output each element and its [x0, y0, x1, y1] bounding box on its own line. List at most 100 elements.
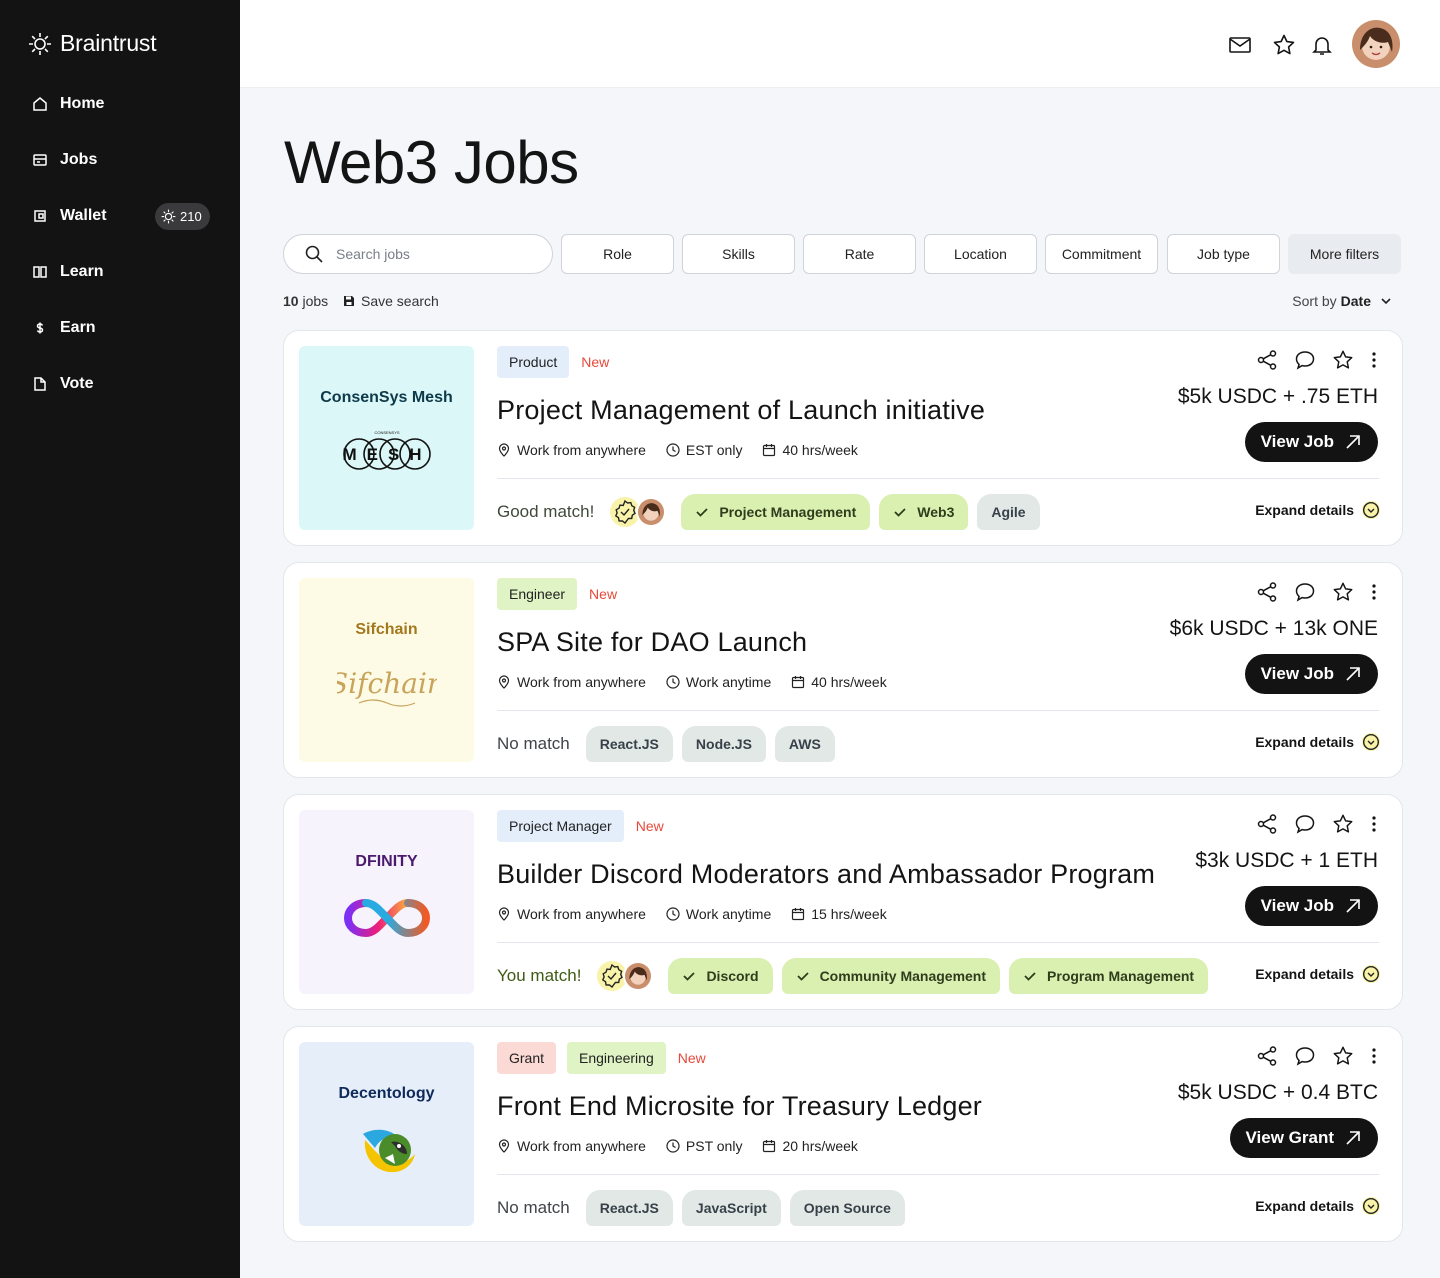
save-search-label: Save search: [361, 293, 439, 309]
sidebar-item-vote[interactable]: Vote: [0, 356, 240, 412]
topbar: [240, 0, 1440, 88]
dfinity-infinity-logo-icon: [337, 885, 437, 951]
star-icon[interactable]: [1272, 33, 1296, 57]
sidebar-item-earn[interactable]: Earn: [0, 300, 240, 356]
filter-rate[interactable]: Rate: [803, 234, 916, 274]
avatar: [623, 961, 654, 991]
location-info: Work from anywhere: [497, 442, 646, 458]
bookmark-star-icon[interactable]: [1332, 349, 1354, 371]
match-row: Good match! Project Management Web3 Agil…: [497, 494, 1049, 530]
comment-icon[interactable]: [1294, 581, 1316, 603]
category-tag: Product: [497, 346, 570, 378]
job-tags: Engineer New: [497, 578, 617, 610]
share-icon[interactable]: [1256, 349, 1278, 371]
save-icon: [344, 296, 354, 306]
card-actions: [1256, 349, 1378, 371]
sidebar-item-jobs[interactable]: Jobs: [0, 132, 240, 188]
view-grant-button[interactable]: View Grant: [1229, 1118, 1378, 1158]
bookmark-star-icon[interactable]: [1332, 581, 1354, 603]
home-icon: [32, 96, 48, 112]
bookmark-star-icon[interactable]: [1332, 813, 1354, 835]
job-tags: Project Manager New: [497, 810, 664, 842]
expand-details-button[interactable]: Expand details: [1255, 733, 1380, 751]
job-card[interactable]: Decentology Grant Engineering New Front …: [283, 1026, 1403, 1242]
company-name: ConsenSys Mesh: [320, 389, 453, 406]
sidebar-item-label: Wallet: [60, 207, 107, 224]
view-job-button[interactable]: View Job: [1244, 422, 1378, 462]
more-options-icon[interactable]: [1370, 813, 1378, 835]
more-options-icon[interactable]: [1370, 1045, 1378, 1067]
time-info: EST only: [666, 442, 742, 458]
location-pin-icon: [498, 907, 510, 921]
brand-name: Braintrust: [60, 30, 157, 56]
braintrust-logo-icon: [29, 32, 51, 55]
check-icon: [696, 508, 708, 517]
filter-skills[interactable]: Skills: [682, 234, 795, 274]
match-status: Good match!: [497, 502, 595, 521]
share-icon[interactable]: [1256, 1045, 1278, 1067]
sidebar-item-learn[interactable]: Learn: [0, 244, 240, 300]
filter-role[interactable]: Role: [561, 234, 674, 274]
search-field[interactable]: [283, 234, 553, 274]
page-title: Web3 Jobs: [284, 129, 579, 196]
share-icon[interactable]: [1256, 813, 1278, 835]
job-title[interactable]: Front End Microsite for Treasury Ledger: [497, 1091, 982, 1122]
view-job-button[interactable]: View Job: [1244, 886, 1378, 926]
check-icon: [894, 508, 906, 517]
more-filters-button[interactable]: More filters: [1288, 234, 1401, 274]
share-icon[interactable]: [1256, 581, 1278, 603]
job-card[interactable]: DFINITY Project Manager New Builder Disc…: [283, 794, 1403, 1010]
calendar-icon: [763, 1140, 776, 1153]
job-info: Work from anywhere Work anytime 15 hrs/w…: [497, 905, 907, 923]
card-divider: [497, 942, 1379, 943]
more-options-icon[interactable]: [1370, 349, 1378, 371]
skill-tag: AWS: [774, 726, 835, 762]
category-tag: Project Manager: [497, 810, 624, 842]
user-avatar[interactable]: [1352, 20, 1400, 68]
sidebar-item-wallet[interactable]: Wallet 210: [0, 188, 240, 244]
job-info: Work from anywhere PST only 20 hrs/week: [497, 1137, 878, 1155]
filter-commitment[interactable]: Commitment: [1045, 234, 1158, 274]
category-tag: Engineer: [497, 578, 578, 610]
comment-icon[interactable]: [1294, 813, 1316, 835]
sidebar-item-home[interactable]: Home: [0, 76, 240, 132]
job-title[interactable]: SPA Site for DAO Launch: [497, 627, 807, 658]
clock-icon: [666, 1139, 680, 1153]
decentology-parrot-logo-icon: [337, 1117, 437, 1183]
job-price: $5k USDC + 0.4 BTC: [1177, 1081, 1378, 1104]
chevron-circle-icon: [1362, 1197, 1380, 1215]
filter-job-type[interactable]: Job type: [1167, 234, 1280, 274]
expand-details-button[interactable]: Expand details: [1255, 965, 1380, 983]
location-pin-icon: [498, 675, 510, 689]
comment-icon[interactable]: [1294, 349, 1316, 371]
mail-icon[interactable]: [1228, 33, 1252, 57]
time-info: Work anytime: [666, 674, 771, 690]
job-card[interactable]: ConsenSys Mesh MESH CONSENSYS Product New…: [283, 330, 1403, 546]
bell-icon[interactable]: [1310, 33, 1334, 57]
brand-logo[interactable]: Braintrust: [28, 30, 157, 57]
match-icons: [597, 961, 654, 991]
sort-value: Date: [1340, 293, 1371, 309]
expand-details-button[interactable]: Expand details: [1255, 501, 1380, 519]
bookmark-star-icon[interactable]: [1332, 1045, 1354, 1067]
results-count: 10 jobs: [283, 293, 329, 309]
match-row: You match! Discord Community Management …: [497, 958, 1217, 994]
hours-info: 15 hrs/week: [791, 906, 887, 922]
filter-location[interactable]: Location: [924, 234, 1037, 274]
arrow-up-right-icon: [1346, 435, 1360, 449]
sidebar-item-label: Vote: [60, 375, 94, 392]
expand-details-button[interactable]: Expand details: [1255, 1197, 1380, 1215]
view-job-button[interactable]: View Job: [1244, 654, 1378, 694]
sidebar-item-label: Learn: [60, 263, 104, 280]
job-title[interactable]: Builder Discord Moderators and Ambassado…: [497, 859, 1155, 890]
sort-dropdown[interactable]: Sort by Date: [1292, 293, 1393, 309]
save-search-button[interactable]: Save search: [343, 293, 439, 309]
comment-icon[interactable]: [1294, 1045, 1316, 1067]
more-options-icon[interactable]: [1370, 581, 1378, 603]
sidebar-nav: Home Jobs Wallet 210 Learn Earn Vote: [0, 76, 240, 412]
skill-tag: JavaScript: [681, 1190, 781, 1226]
chevron-circle-icon: [1362, 733, 1380, 751]
search-input[interactable]: [336, 246, 526, 262]
job-title[interactable]: Project Management of Launch initiative: [497, 395, 985, 426]
job-card[interactable]: Sifchain Sifchain Engineer New SPA Site …: [283, 562, 1403, 778]
